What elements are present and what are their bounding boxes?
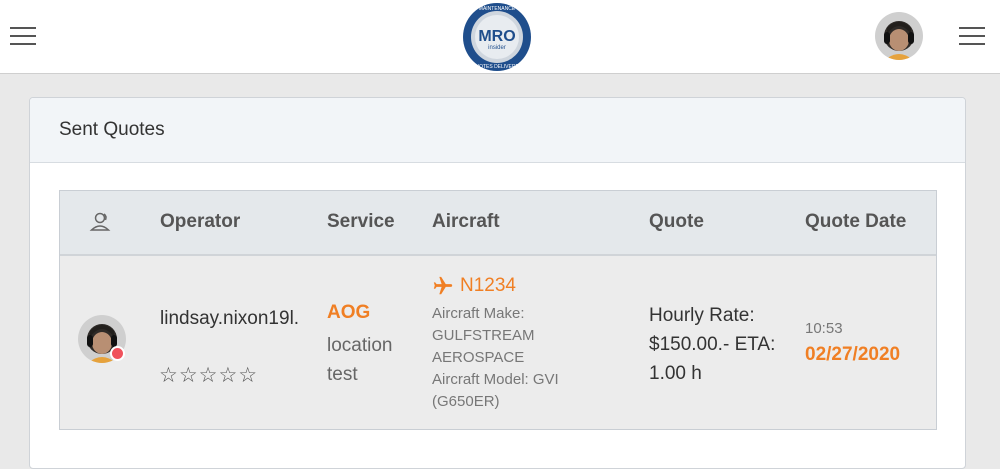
- quotes-table: Operator Service Aircraft Quote Quote Da…: [59, 190, 937, 430]
- svg-text:MRO: MRO: [478, 28, 515, 45]
- aircraft-make: Aircraft Make: GULFSTREAM AEROSPACE: [432, 305, 535, 366]
- aircraft-reg-text: N1234: [460, 275, 516, 296]
- status-indicator: [110, 346, 125, 361]
- quote-date: 02/27/2020: [805, 344, 901, 365]
- aircraft-model: Aircraft Model: GVI (G650ER): [432, 371, 559, 410]
- column-service[interactable]: Service: [327, 211, 395, 233]
- column-aircraft[interactable]: Aircraft: [432, 211, 500, 233]
- table-row[interactable]: lindsay.nixon19l. ☆☆☆☆☆ AOG location tes…: [60, 256, 936, 429]
- svg-text:MAINTENANCE: MAINTENANCE: [479, 6, 516, 12]
- aircraft-registration[interactable]: N1234: [432, 275, 516, 297]
- column-quote-date[interactable]: Quote Date: [805, 211, 906, 233]
- card-title: Sent Quotes: [59, 119, 165, 140]
- operator-name[interactable]: lindsay.nixon19l.: [160, 304, 300, 333]
- service-description: location test: [327, 335, 393, 385]
- column-quote[interactable]: Quote: [649, 211, 704, 233]
- table-header: Operator Service Aircraft Quote Quote Da…: [60, 191, 936, 256]
- mro-insider-logo[interactable]: MRO insider MAINTENANCE QUOTES DELIVERED: [462, 2, 532, 72]
- operator-avatar[interactable]: [78, 315, 126, 363]
- user-icon: [88, 209, 112, 233]
- airplane-icon: [433, 276, 453, 295]
- sent-quotes-card: Sent Quotes Operator Service Aircraft Qu…: [29, 97, 966, 469]
- card-header: Sent Quotes: [30, 98, 965, 163]
- top-bar: MRO insider MAINTENANCE QUOTES DELIVERED: [0, 0, 1000, 74]
- svg-text:insider: insider: [488, 45, 506, 51]
- rating-stars[interactable]: ☆☆☆☆☆: [159, 363, 258, 388]
- svg-text:QUOTES DELIVERED: QUOTES DELIVERED: [472, 64, 523, 70]
- hamburger-icon[interactable]: [959, 25, 985, 47]
- aircraft-details: Aircraft Make: GULFSTREAM AEROSPACE Airc…: [432, 303, 617, 413]
- column-operator[interactable]: Operator: [160, 211, 240, 233]
- user-avatar[interactable]: [875, 12, 923, 60]
- quote-details: Hourly Rate: $150.00.- ETA: 1.00 h: [649, 305, 776, 384]
- quote-time: 10:53: [805, 320, 843, 337]
- hamburger-icon[interactable]: [10, 25, 36, 47]
- service-type: AOG: [327, 302, 371, 323]
